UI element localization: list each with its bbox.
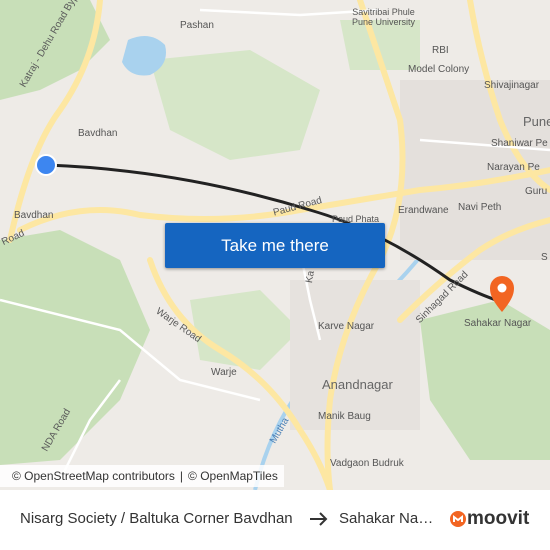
- label-karve-nagar: Karve Nagar: [318, 321, 375, 332]
- label-ka: Ka: [304, 269, 317, 284]
- openmaptiles-link[interactable]: © OpenMapTiles: [188, 469, 278, 483]
- destination-name: Sahakar Nagar: [339, 510, 435, 527]
- label-pune: Pune: [523, 114, 550, 129]
- label-bavdhan: Bavdhan: [14, 210, 54, 221]
- hill-south: [190, 290, 300, 370]
- label-erandwane: Erandwane: [398, 205, 449, 216]
- label-guru: Guru: [525, 186, 548, 197]
- brand-name: moovit: [467, 508, 530, 529]
- map-attribution: © OpenStreetMap contributors | © OpenMap…: [0, 465, 284, 487]
- forest-west: [0, 0, 110, 100]
- arrow-right-icon: [308, 510, 330, 532]
- label-shivajinagar: Shivajinagar: [484, 80, 540, 91]
- label-vadgaon: Vadgaon Budruk: [330, 458, 404, 469]
- label-model-colony: Model Colony: [408, 64, 470, 75]
- origin-marker[interactable]: [35, 154, 57, 176]
- route-footer: Nisarg Society / Baltuka Corner Bavdhan …: [0, 490, 550, 550]
- forest-southwest: [0, 230, 150, 465]
- label-bavdhan-top: Bavdhan: [78, 128, 118, 139]
- take-me-there-button[interactable]: Take me there: [165, 223, 385, 268]
- label-shaniwar: Shaniwar Pe: [491, 138, 548, 149]
- label-anandnagar: Anandnagar: [322, 377, 393, 392]
- label-warje: Warje: [211, 367, 237, 378]
- label-navi-peth: Navi Peth: [458, 202, 502, 213]
- label-rbi: RBI: [432, 45, 449, 56]
- moovit-logo[interactable]: moovit: [449, 508, 529, 530]
- label-pashan: Pashan: [180, 20, 214, 31]
- osm-contributors-link[interactable]: © OpenStreetMap contributors: [12, 469, 175, 483]
- origin-name: Nisarg Society / Baltuka Corner Bavdhan: [20, 510, 293, 527]
- label-university: Savitribai Phule Pune University: [352, 7, 416, 27]
- label-manik-baug: Manik Baug: [318, 411, 371, 422]
- label-sahakar-nagar: Sahakar Nagar: [464, 318, 532, 329]
- map-view[interactable]: Pashan Savitribai Phule Pune University …: [0, 0, 550, 490]
- moovit-logo-icon: [450, 511, 466, 527]
- label-s-edge: S: [541, 252, 548, 263]
- label-narayan: Narayan Pe: [487, 162, 540, 173]
- hill-center: [150, 50, 320, 160]
- attribution-separator: |: [179, 469, 184, 483]
